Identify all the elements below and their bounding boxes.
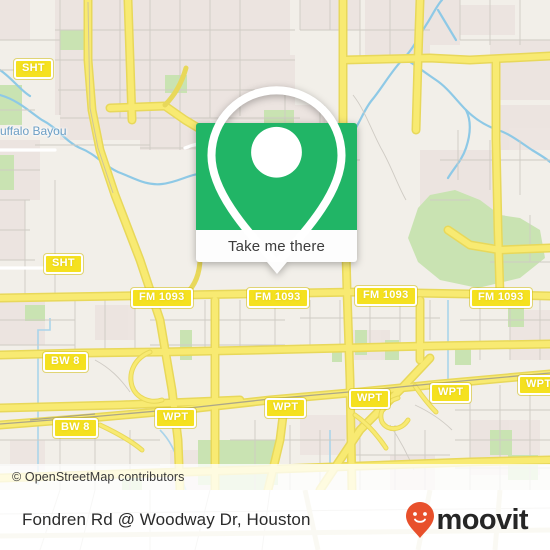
stop-title: Fondren Rd @ Woodway Dr, Houston xyxy=(22,510,311,529)
attribution-text: © OpenStreetMap contributors xyxy=(12,470,185,484)
footer-bar: Fondren Rd @ Woodway Dr, Houston moovit xyxy=(0,490,550,550)
map-pin-icon xyxy=(207,85,346,268)
road-shield-bw8-2[interactable]: BW 8 xyxy=(53,418,98,438)
popup-tail xyxy=(266,262,287,274)
road-shield-sht-north[interactable]: SHT xyxy=(14,59,53,79)
road-shield-fm1093-1[interactable]: FM 1093 xyxy=(131,288,193,308)
road-shield-bw8-1[interactable]: BW 8 xyxy=(43,352,88,372)
moovit-wordmark: moovit xyxy=(436,503,529,536)
popup-icon-area xyxy=(196,85,357,268)
location-popup[interactable]: Take me there xyxy=(196,85,357,274)
map-attribution: © OpenStreetMap contributors xyxy=(0,464,550,490)
moovit-smile-pin-icon xyxy=(405,502,434,538)
road-shield-fm1093-4[interactable]: FM 1093 xyxy=(470,288,532,308)
road-shield-sht-south[interactable]: SHT xyxy=(44,254,83,274)
road-shield-wpt-5[interactable]: WPT xyxy=(518,375,550,395)
road-shield-fm1093-3[interactable]: FM 1093 xyxy=(355,286,417,306)
map-page: SHT SHT FM 1093 FM 1093 FM 1093 FM 1093 … xyxy=(0,0,550,550)
map-canvas[interactable]: SHT SHT FM 1093 FM 1093 FM 1093 FM 1093 … xyxy=(0,0,550,490)
road-shield-wpt-1[interactable]: WPT xyxy=(155,408,197,428)
road-shield-wpt-4[interactable]: WPT xyxy=(430,383,472,403)
moovit-logo[interactable]: moovit xyxy=(405,501,529,539)
water-label-buffalo-bayou: uffalo Bayou xyxy=(0,124,67,138)
